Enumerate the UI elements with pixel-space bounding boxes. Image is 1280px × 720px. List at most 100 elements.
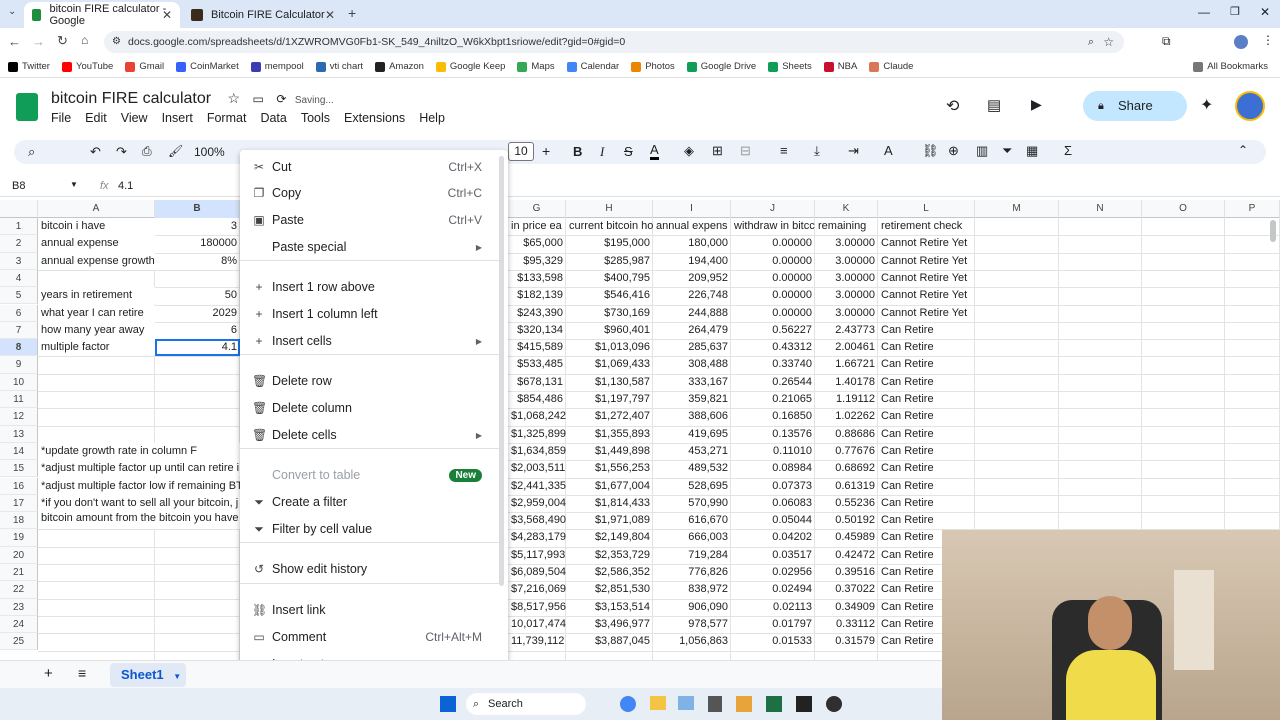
data-cell-h[interactable]: $3,153,514 — [566, 599, 653, 616]
data-cell-k[interactable]: 1.66721 — [815, 356, 878, 373]
data-cell-i[interactable]: 570,990 — [653, 495, 731, 512]
data-cell-h[interactable]: $3,496,977 — [566, 616, 653, 633]
column-header-b[interactable]: B — [155, 200, 240, 218]
data-cell-g[interactable]: $5,117,993 — [508, 547, 566, 564]
data-cell-k[interactable]: 0.55236 — [815, 495, 878, 512]
data-cell-g[interactable]: $678,131 — [508, 374, 566, 391]
data-cell-g[interactable]: 10,017,474 — [508, 616, 566, 633]
data-cell-k[interactable]: 1.19112 — [815, 391, 878, 408]
column-header-k[interactable]: K — [815, 200, 878, 218]
functions-icon[interactable]: Σ — [1064, 143, 1072, 158]
data-cell-j[interactable]: 0.06083 — [731, 495, 815, 512]
extensions-icon[interactable]: ⧉ — [1162, 34, 1171, 49]
data-cell-l[interactable]: Cannot Retire Yet — [878, 287, 975, 304]
data-cell-h[interactable]: $285,987 — [566, 253, 653, 270]
minimize-icon[interactable]: — — [1198, 5, 1210, 19]
row-header[interactable]: 8 — [0, 339, 38, 357]
row-header[interactable]: 15 — [0, 460, 38, 478]
reload-icon[interactable]: ↻ — [57, 33, 68, 49]
row-header[interactable]: 10 — [0, 373, 38, 391]
data-cell-g[interactable]: $2,441,335 — [508, 478, 566, 495]
taskbar-search[interactable]: ⌕ Search — [466, 693, 586, 715]
insert-comment-icon[interactable]: ⊕ — [948, 143, 959, 159]
data-cell-h[interactable]: $3,887,045 — [566, 633, 653, 650]
data-cell-g[interactable]: $6,089,504 — [508, 564, 566, 581]
data-cell-i[interactable]: 209,952 — [653, 270, 731, 287]
data-cell-l[interactable]: Can Retire — [878, 443, 975, 460]
vertical-scrollbar[interactable] — [1270, 220, 1276, 242]
menu-item-paste-special[interactable]: Paste special ▶ — [240, 234, 508, 260]
data-cell-g[interactable]: $182,139 — [508, 287, 566, 304]
gemini-icon[interactable]: ✦ — [1200, 95, 1213, 115]
selected-cell-b8[interactable] — [155, 339, 240, 357]
cell-a15[interactable]: *adjust multiple factor up until can ret… — [38, 460, 240, 478]
calculator-taskbar-icon[interactable] — [708, 696, 722, 712]
data-cell-h[interactable]: $1,069,433 — [566, 356, 653, 373]
data-cell-j[interactable]: 0.00000 — [731, 253, 815, 270]
account-avatar[interactable] — [1235, 91, 1265, 121]
menu-help[interactable]: Help — [419, 111, 445, 125]
data-cell-g[interactable]: $3,568,490 — [508, 512, 566, 529]
data-cell-i[interactable]: 453,271 — [653, 443, 731, 460]
chrome-taskbar-icon[interactable] — [620, 696, 636, 712]
address-bar[interactable]: ⚙ docs.google.com/spreadsheets/d/1XZWROM… — [104, 31, 1124, 53]
row-header[interactable]: 18 — [0, 512, 38, 530]
menu-edit[interactable]: Edit — [85, 111, 107, 125]
merge-cells-icon[interactable]: ⊟ — [740, 143, 751, 159]
filter-icon[interactable]: ⏷ — [1002, 143, 1012, 159]
sheet-tab-dropdown-icon[interactable]: ▼ — [173, 672, 181, 681]
text-rotation-icon[interactable]: A — [884, 143, 893, 158]
data-cell-h[interactable]: $195,000 — [566, 235, 653, 252]
version-history-icon[interactable]: ⟲ — [946, 96, 959, 116]
meet-icon[interactable]: ▶ — [1031, 96, 1042, 113]
row-header[interactable]: 12 — [0, 408, 38, 426]
row-header[interactable]: 11 — [0, 391, 38, 409]
cell-a8[interactable]: multiple factor — [38, 339, 155, 357]
bookmark-keep[interactable]: Google Keep — [435, 61, 505, 72]
data-cell-i[interactable]: 528,695 — [653, 478, 731, 495]
menu-insert[interactable]: Insert — [162, 111, 193, 125]
data-cell-k[interactable]: 0.68692 — [815, 460, 878, 477]
data-cell-k[interactable]: 2.43773 — [815, 322, 878, 339]
text-color-icon[interactable]: A — [650, 142, 659, 160]
cell-a7[interactable]: how many year away — [38, 321, 155, 340]
data-cell-j[interactable]: 0.04202 — [731, 529, 815, 546]
insert-chart-icon[interactable]: ▥ — [976, 143, 988, 159]
data-cell-i[interactable]: 1,056,863 — [653, 633, 731, 650]
menu-format[interactable]: Format — [207, 111, 247, 125]
excel-taskbar-icon[interactable] — [766, 696, 782, 712]
data-cell-j[interactable]: 0.56227 — [731, 322, 815, 339]
row-header[interactable]: 25 — [0, 633, 38, 651]
column-header-m[interactable]: M — [975, 200, 1059, 218]
data-cell-k[interactable]: 3.00000 — [815, 235, 878, 252]
bookmark-coinmarket[interactable]: CoinMarket — [176, 61, 239, 72]
data-cell-g[interactable]: $95,329 — [508, 253, 566, 270]
add-sheet-icon[interactable]: + — [44, 665, 53, 682]
data-cell-j[interactable]: 0.00000 — [731, 270, 815, 287]
search-menus-icon[interactable]: ⌕ — [28, 144, 35, 160]
data-cell-i[interactable]: 838,972 — [653, 581, 731, 598]
data-cell-j[interactable]: 0.33740 — [731, 356, 815, 373]
data-cell-i[interactable]: 978,577 — [653, 616, 731, 633]
data-cell-g[interactable]: $320,134 — [508, 322, 566, 339]
cell-a2[interactable]: annual expense — [38, 235, 155, 253]
data-cell-i[interactable]: 264,479 — [653, 322, 731, 339]
data-cell-g[interactable]: $2,003,511 — [508, 460, 566, 477]
cell-a18-wrap[interactable]: bitcoin amount from the bitcoin you have — [38, 510, 240, 528]
data-cell-l[interactable]: Can Retire — [878, 356, 975, 373]
data-cell-l[interactable]: Can Retire — [878, 339, 975, 356]
maximize-icon[interactable]: ❐ — [1230, 5, 1240, 18]
data-cell-j[interactable]: 0.02494 — [731, 581, 815, 598]
menu-item-insert-1-row-above[interactable]: + Insert 1 row above — [240, 274, 508, 300]
home-icon[interactable]: ⌂ — [81, 33, 88, 47]
data-cell-i[interactable]: 719,284 — [653, 547, 731, 564]
data-cell-l[interactable]: Can Retire — [878, 426, 975, 443]
data-cell-g[interactable]: $243,390 — [508, 305, 566, 322]
data-cell-h[interactable]: $1,272,407 — [566, 408, 653, 425]
menu-item-cut[interactable]: ✂ Cut Ctrl+X — [240, 154, 508, 180]
data-cell-g[interactable]: $1,325,899 — [508, 426, 566, 443]
header-cell-h[interactable]: current bitcoin ho — [566, 218, 653, 235]
data-cell-j[interactable]: 0.11010 — [731, 443, 815, 460]
row-header[interactable]: 22 — [0, 581, 38, 599]
data-cell-j[interactable]: 0.00000 — [731, 235, 815, 252]
